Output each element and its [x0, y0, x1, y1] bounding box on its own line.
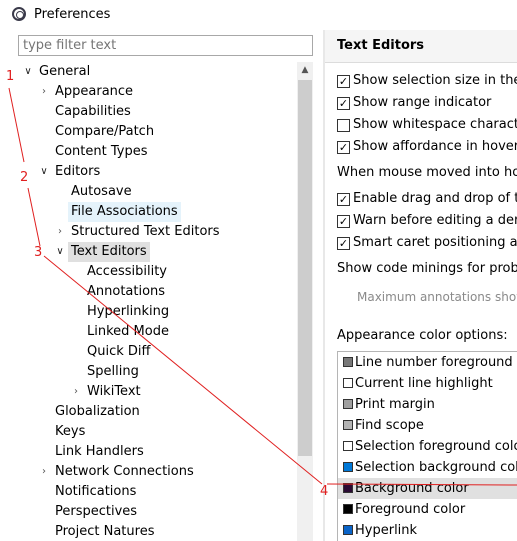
chevron-right-icon[interactable]: › — [70, 382, 82, 402]
tree-item-label: Appearance — [55, 84, 134, 99]
show-whitespace-checkbox[interactable] — [337, 119, 350, 132]
tree-item-label: Editors — [55, 164, 101, 179]
show-whitespace-label: Show whitespace characters — [353, 117, 517, 132]
enable-drag-drop-label: Enable drag and drop of tex — [353, 191, 517, 206]
tree-item-label: Autosave — [71, 184, 132, 199]
scroll-up-icon[interactable]: ▲ — [297, 62, 313, 78]
color-swatch — [343, 504, 353, 514]
scrollbar-thumb[interactable] — [298, 80, 312, 456]
color-option-label: Selection background color — [355, 460, 517, 475]
page-title: Text Editors — [337, 38, 425, 53]
window-title: Preferences — [34, 7, 111, 22]
color-option-label: Line number foreground — [355, 355, 513, 370]
tree-item-label: File Associations — [68, 202, 181, 222]
chevron-down-icon[interactable]: ∨ — [38, 162, 50, 182]
show-affordance-checkbox[interactable]: ✓ — [337, 141, 350, 154]
color-swatch — [343, 357, 353, 367]
color-option-label: Foreground color — [355, 502, 466, 517]
tree-item-label: Compare/Patch — [55, 124, 155, 139]
eclipse-icon — [12, 7, 26, 21]
color-swatch — [343, 420, 353, 430]
show-range-indicator-checkbox[interactable]: ✓ — [337, 97, 350, 110]
color-option-label: Print margin — [355, 397, 435, 412]
color-option[interactable]: Hyperlink — [338, 520, 517, 541]
tree-item-label: Project Natures — [55, 524, 155, 539]
mouse-moved-label: When mouse moved into hover — [337, 165, 517, 180]
color-option[interactable]: Line number foreground — [338, 352, 517, 373]
smart-caret-checkbox[interactable]: ✓ — [337, 237, 350, 250]
color-swatch — [343, 483, 353, 493]
chevron-right-icon[interactable]: › — [38, 462, 50, 482]
max-annotations-label: Maximum annotations show — [357, 290, 517, 304]
tree-item-label: Text Editors — [68, 242, 150, 262]
color-swatch — [343, 441, 353, 451]
tree-item-label: Capabilities — [55, 104, 131, 119]
color-swatch — [343, 378, 353, 388]
tree-item-label: Notifications — [55, 484, 137, 499]
preferences-tree: ∨ General › Appearance Capabilities Comp… — [18, 62, 314, 541]
text-editors-page: Text Editors ✓ Show selection size in th… — [325, 30, 517, 541]
appearance-color-options-label: Appearance color options: — [337, 328, 508, 343]
tree-item-label: Keys — [55, 424, 86, 439]
tree-scrollbar[interactable]: ▲ — [297, 62, 313, 541]
color-option-label: Hyperlink — [355, 523, 418, 538]
tree-item-label: Hyperlinking — [87, 304, 170, 319]
show-selection-size-label: Show selection size in the sta — [353, 73, 517, 88]
color-option[interactable]: Selection background color — [338, 457, 517, 478]
chevron-down-icon[interactable]: ∨ — [22, 62, 34, 82]
tree-item-label: General — [39, 64, 91, 79]
color-option-label: Selection foreground color — [355, 439, 517, 454]
color-swatch — [343, 462, 353, 472]
tree-item-label: Accessibility — [87, 264, 167, 279]
tree-item-label: Perspectives — [55, 504, 138, 519]
chevron-down-icon[interactable]: ∨ — [54, 242, 66, 262]
tree-item-label: Linked Mode — [87, 324, 169, 339]
filter-input[interactable] — [18, 35, 313, 56]
enable-drag-drop-checkbox[interactable]: ✓ — [337, 193, 350, 206]
title-bar: Preferences — [0, 0, 517, 30]
tree-item-label: Link Handlers — [55, 444, 144, 459]
smart-caret-label: Smart caret positioning at lin — [353, 235, 517, 250]
show-range-indicator-label: Show range indicator — [353, 95, 492, 110]
chevron-right-icon[interactable]: › — [54, 222, 66, 242]
color-option[interactable]: Print margin — [338, 394, 517, 415]
color-option[interactable]: Current line highlight — [338, 373, 517, 394]
warn-before-editing-label: Warn before editing a derive — [353, 213, 517, 228]
appearance-color-list[interactable]: Line number foreground Current line highl… — [337, 351, 517, 541]
tree-item-label: Quick Diff — [87, 344, 151, 359]
tree-item-label: Globalization — [55, 404, 140, 419]
page-header: Text Editors — [325, 30, 517, 63]
color-option-label: Current line highlight — [355, 376, 493, 391]
color-option[interactable]: Foreground color — [338, 499, 517, 520]
code-minings-label: Show code minings for probler — [337, 261, 517, 276]
warn-before-editing-checkbox[interactable]: ✓ — [337, 215, 350, 228]
preferences-navigation: ∨ General › Appearance Capabilities Comp… — [0, 30, 323, 541]
color-swatch — [343, 399, 353, 409]
color-option-label: Background color — [355, 481, 469, 496]
tree-item-label: Content Types — [55, 144, 148, 159]
annotation-marker-4: 4 — [320, 484, 329, 499]
annotation-marker-3: 3 — [34, 245, 43, 260]
color-swatch — [343, 525, 353, 535]
color-option[interactable]: Find scope — [338, 415, 517, 436]
tree-item-label: Annotations — [87, 284, 166, 299]
chevron-right-icon[interactable]: › — [38, 82, 50, 102]
annotation-marker-1: 1 — [6, 69, 15, 84]
tree-item-label: Network Connections — [55, 464, 194, 479]
color-option[interactable]: Background color — [338, 478, 517, 499]
show-selection-size-checkbox[interactable]: ✓ — [337, 75, 350, 88]
tree-item-label: Spelling — [87, 364, 139, 379]
show-affordance-label: Show affordance in hover or — [353, 139, 517, 154]
annotation-marker-2: 2 — [20, 170, 29, 185]
tree-item-label: Structured Text Editors — [71, 224, 220, 239]
tree-item-label: WikiText — [87, 384, 141, 399]
color-option[interactable]: Selection foreground color — [338, 436, 517, 457]
color-option-label: Find scope — [355, 418, 424, 433]
